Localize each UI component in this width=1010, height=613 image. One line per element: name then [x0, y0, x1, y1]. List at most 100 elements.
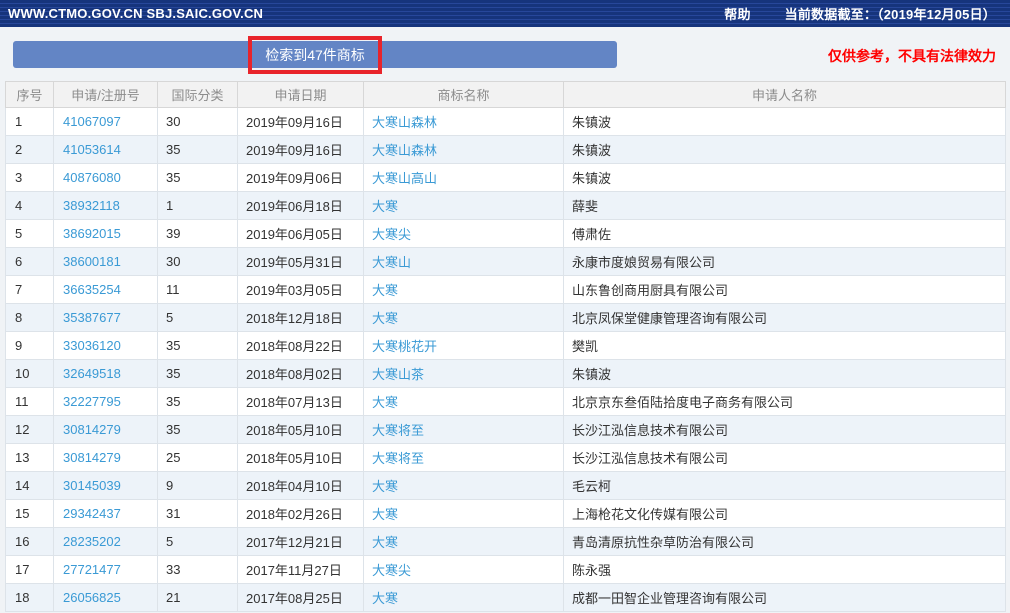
- registration-number-link[interactable]: 26056825: [63, 590, 121, 605]
- trademark-name-link[interactable]: 大寒: [372, 395, 398, 410]
- table-row: 10 32649518 35 2018年08月02日 大寒山茶 朱镇波: [6, 360, 1006, 388]
- cell-serial: 17: [6, 556, 54, 584]
- cell-serial: 9: [6, 332, 54, 360]
- trademark-name-link[interactable]: 大寒: [372, 479, 398, 494]
- table-row: 2 41053614 35 2019年09月16日 大寒山森林 朱镇波: [6, 136, 1006, 164]
- cell-trademark-name: 大寒山: [364, 248, 564, 276]
- cell-applicant-name: 傅肃佐: [564, 220, 1006, 248]
- table-row: 12 30814279 35 2018年05月10日 大寒将至 长沙江泓信息技术…: [6, 416, 1006, 444]
- col-header-applicant-name: 申请人名称: [564, 82, 1006, 108]
- table-row: 16 28235202 5 2017年12月21日 大寒 青岛清原抗性杂草防治有…: [6, 528, 1006, 556]
- cell-registration-number: 30814279: [54, 416, 158, 444]
- cell-apply-date: 2018年08月02日: [238, 360, 364, 388]
- trademark-name-link[interactable]: 大寒: [372, 199, 398, 214]
- table-row: 7 36635254 11 2019年03月05日 大寒 山东鲁创商用厨具有限公…: [6, 276, 1006, 304]
- trademark-name-link[interactable]: 大寒山森林: [372, 143, 437, 158]
- cell-serial: 1: [6, 108, 54, 136]
- registration-number-link[interactable]: 41067097: [63, 114, 121, 129]
- trademark-name-link[interactable]: 大寒山森林: [372, 115, 437, 130]
- trademark-name-link[interactable]: 大寒桃花开: [372, 339, 437, 354]
- cell-intl-class: 39: [158, 220, 238, 248]
- registration-number-link[interactable]: 38600181: [63, 254, 121, 269]
- cell-applicant-name: 北京京东叁佰陆拾度电子商务有限公司: [564, 388, 1006, 416]
- table-row: 3 40876080 35 2019年09月06日 大寒山高山 朱镇波: [6, 164, 1006, 192]
- cell-intl-class: 30: [158, 248, 238, 276]
- cell-intl-class: 31: [158, 500, 238, 528]
- cell-registration-number: 38932118: [54, 192, 158, 220]
- registration-number-link[interactable]: 32649518: [63, 366, 121, 381]
- cell-trademark-name: 大寒: [364, 500, 564, 528]
- registration-number-link[interactable]: 38692015: [63, 226, 121, 241]
- cell-trademark-name: 大寒: [364, 528, 564, 556]
- cell-registration-number: 26056825: [54, 584, 158, 612]
- registration-number-link[interactable]: 27721477: [63, 562, 121, 577]
- cell-applicant-name: 陈永强: [564, 556, 1006, 584]
- cell-trademark-name: 大寒山森林: [364, 108, 564, 136]
- trademark-name-link[interactable]: 大寒: [372, 591, 398, 606]
- registration-number-link[interactable]: 40876080: [63, 170, 121, 185]
- cell-trademark-name: 大寒: [364, 304, 564, 332]
- cell-apply-date: 2018年05月10日: [238, 444, 364, 472]
- trademark-name-link[interactable]: 大寒: [372, 283, 398, 298]
- cell-registration-number: 27721477: [54, 556, 158, 584]
- trademark-name-link[interactable]: 大寒将至: [372, 423, 424, 438]
- cell-applicant-name: 长沙江泓信息技术有限公司: [564, 444, 1006, 472]
- cell-apply-date: 2018年08月22日: [238, 332, 364, 360]
- cell-registration-number: 41053614: [54, 136, 158, 164]
- cell-intl-class: 33: [158, 556, 238, 584]
- registration-number-link[interactable]: 36635254: [63, 282, 121, 297]
- cell-intl-class: 9: [158, 472, 238, 500]
- data-cutoff-label: 当前数据截至：（2019年12月05日）: [785, 4, 996, 23]
- registration-number-link[interactable]: 33036120: [63, 338, 121, 353]
- cell-applicant-name: 樊凯: [564, 332, 1006, 360]
- registration-number-link[interactable]: 32227795: [63, 394, 121, 409]
- cell-trademark-name: 大寒山高山: [364, 164, 564, 192]
- table-row: 8 35387677 5 2018年12月18日 大寒 北京凤保堂健康管理咨询有…: [6, 304, 1006, 332]
- table-row: 6 38600181 30 2019年05月31日 大寒山 永康市度娘贸易有限公…: [6, 248, 1006, 276]
- cell-applicant-name: 朱镇波: [564, 108, 1006, 136]
- cell-applicant-name: 朱镇波: [564, 360, 1006, 388]
- trademark-name-link[interactable]: 大寒: [372, 507, 398, 522]
- registration-number-link[interactable]: 30145039: [63, 478, 121, 493]
- trademark-name-link[interactable]: 大寒尖: [372, 563, 411, 578]
- cell-trademark-name: 大寒: [364, 276, 564, 304]
- trademark-name-link[interactable]: 大寒山: [372, 255, 411, 270]
- trademark-name-link[interactable]: 大寒: [372, 311, 398, 326]
- cell-intl-class: 21: [158, 584, 238, 612]
- registration-number-link[interactable]: 29342437: [63, 506, 121, 521]
- cell-intl-class: 5: [158, 304, 238, 332]
- cell-apply-date: 2019年09月16日: [238, 136, 364, 164]
- cell-trademark-name: 大寒将至: [364, 416, 564, 444]
- cell-applicant-name: 山东鲁创商用厨具有限公司: [564, 276, 1006, 304]
- cell-apply-date: 2018年07月13日: [238, 388, 364, 416]
- cell-apply-date: 2019年05月31日: [238, 248, 364, 276]
- registration-number-link[interactable]: 30814279: [63, 422, 121, 437]
- cell-intl-class: 25: [158, 444, 238, 472]
- trademark-name-link[interactable]: 大寒尖: [372, 227, 411, 242]
- table-row: 11 32227795 35 2018年07月13日 大寒 北京京东叁佰陆拾度电…: [6, 388, 1006, 416]
- cell-applicant-name: 成都一田智企业管理咨询有限公司: [564, 584, 1006, 612]
- registration-number-link[interactable]: 38932118: [63, 198, 120, 213]
- registration-number-link[interactable]: 28235202: [63, 534, 121, 549]
- help-link[interactable]: 帮助: [724, 4, 750, 23]
- cell-intl-class: 35: [158, 416, 238, 444]
- cell-applicant-name: 薛斐: [564, 192, 1006, 220]
- registration-number-link[interactable]: 41053614: [63, 142, 121, 157]
- trademark-name-link[interactable]: 大寒山茶: [372, 367, 424, 382]
- registration-number-link[interactable]: 30814279: [63, 450, 121, 465]
- cell-applicant-name: 朱镇波: [564, 164, 1006, 192]
- cell-trademark-name: 大寒尖: [364, 556, 564, 584]
- cell-intl-class: 1: [158, 192, 238, 220]
- trademark-name-link[interactable]: 大寒山高山: [372, 171, 437, 186]
- registration-number-link[interactable]: 35387677: [63, 310, 121, 325]
- trademark-name-link[interactable]: 大寒: [372, 535, 398, 550]
- trademark-name-link[interactable]: 大寒将至: [372, 451, 424, 466]
- cell-intl-class: 35: [158, 136, 238, 164]
- cell-apply-date: 2019年06月18日: [238, 192, 364, 220]
- cell-serial: 6: [6, 248, 54, 276]
- cell-serial: 2: [6, 136, 54, 164]
- cell-serial: 3: [6, 164, 54, 192]
- table-row: 1 41067097 30 2019年09月16日 大寒山森林 朱镇波: [6, 108, 1006, 136]
- site-title: WWW.CTMO.GOV.CN SBJ.SAIC.GOV.CN: [8, 6, 263, 21]
- red-annotation-box: 检索到47件商标: [248, 36, 382, 74]
